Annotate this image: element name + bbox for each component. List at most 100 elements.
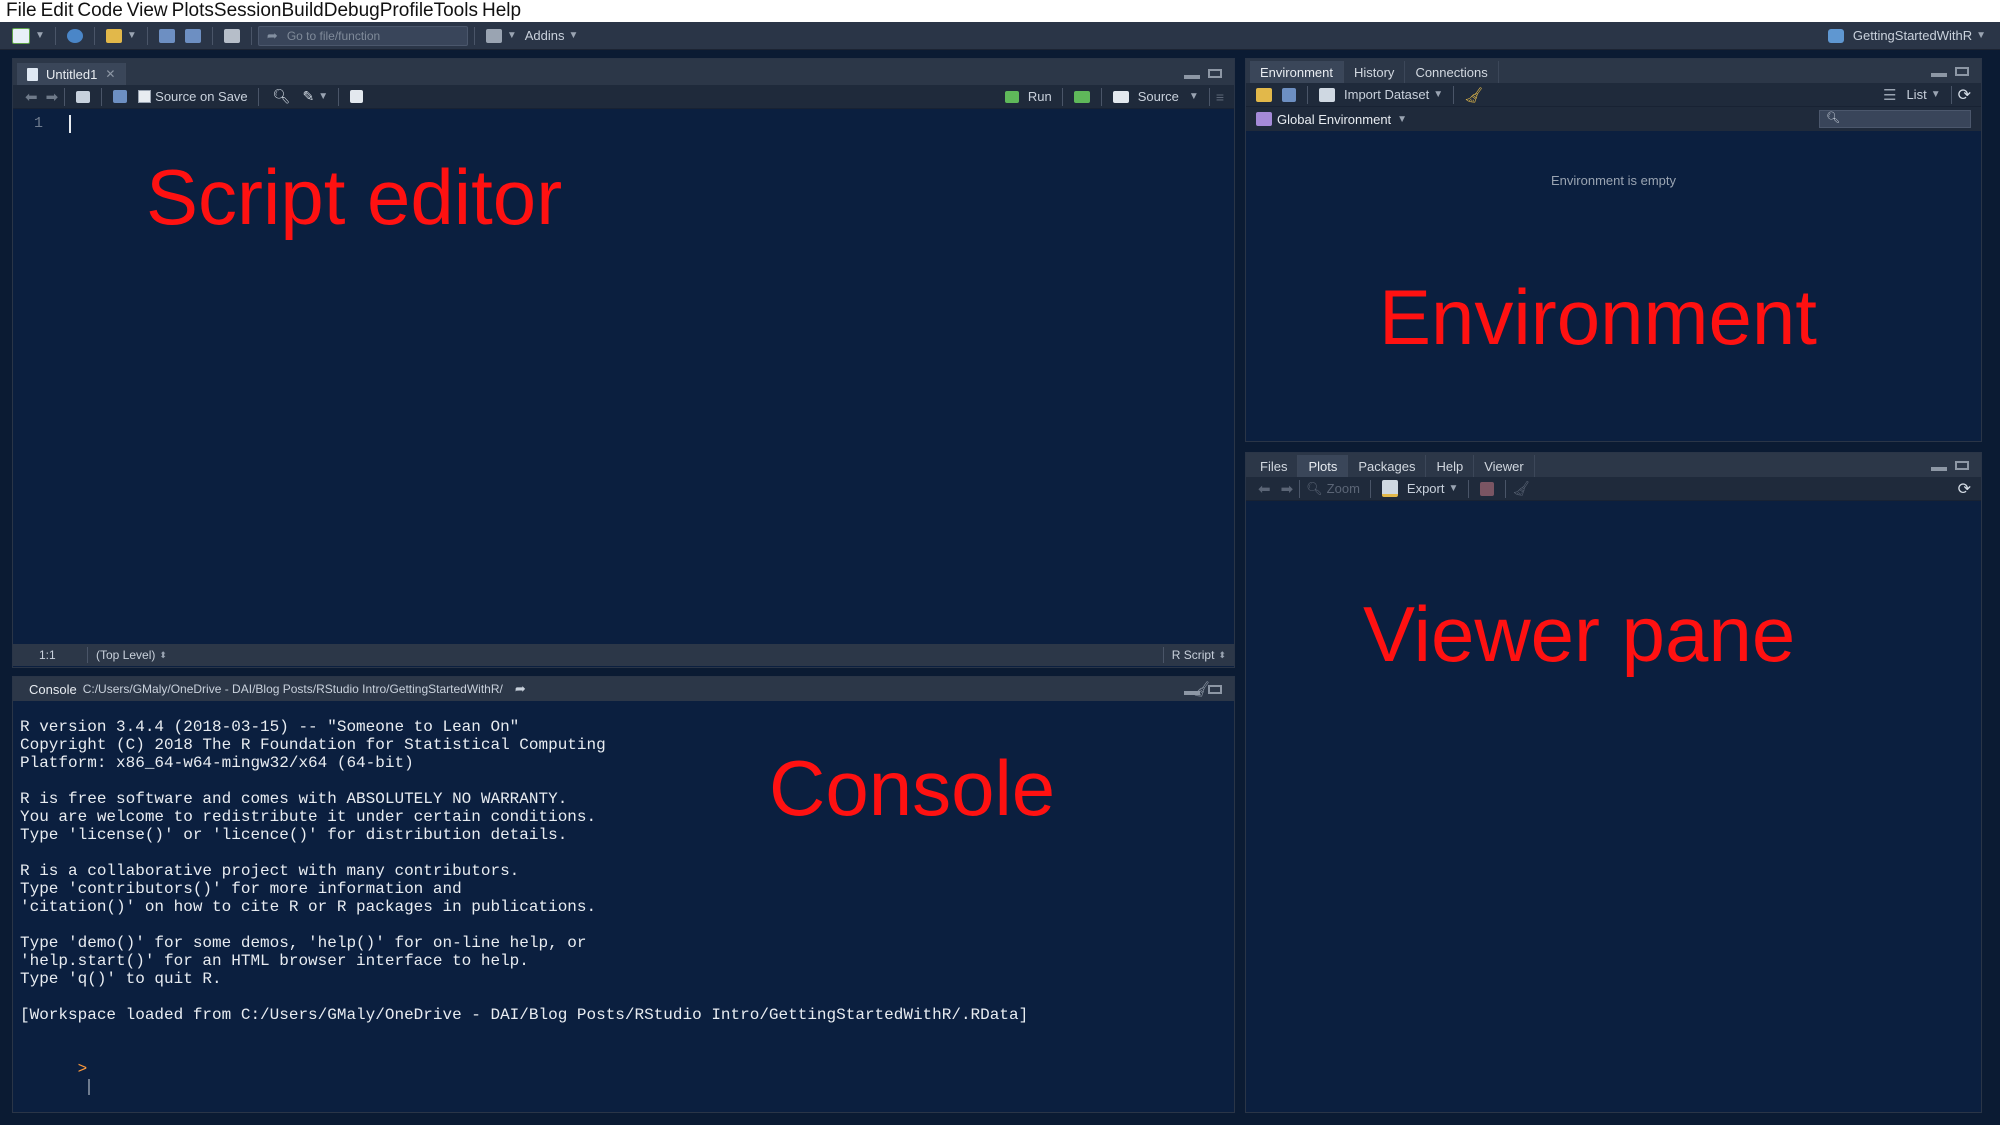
new-file-icon[interactable] xyxy=(12,27,30,44)
toolbar-divider xyxy=(338,87,340,106)
save-all-icon[interactable] xyxy=(184,28,201,43)
export-caret-icon[interactable]: ▼ xyxy=(1448,483,1458,494)
addins-caret-icon[interactable]: ▼ xyxy=(568,30,578,41)
tab-untitled1[interactable]: Untitled1 ✕ xyxy=(17,63,127,85)
outline-icon[interactable]: ≡ xyxy=(1216,89,1224,105)
save-workspace-icon[interactable] xyxy=(1282,87,1296,102)
menu-view[interactable]: View xyxy=(127,0,168,22)
scope-caret-icon[interactable]: ⬍ xyxy=(159,650,167,661)
new-project-icon[interactable] xyxy=(66,28,83,43)
addins-button[interactable]: Addins xyxy=(525,28,565,43)
export-icon[interactable] xyxy=(1381,480,1398,497)
tab-plots[interactable]: Plots xyxy=(1298,455,1349,477)
tab-packages[interactable]: Packages xyxy=(1348,455,1427,477)
scope-selector[interactable]: (Top Level) xyxy=(96,648,155,662)
maximize-pane-icon[interactable] xyxy=(1208,69,1222,78)
maximize-pane-icon[interactable] xyxy=(1955,461,1969,470)
save-icon[interactable] xyxy=(158,28,175,43)
console-prompt-line[interactable]: > xyxy=(20,1042,1220,1095)
open-file-caret-icon[interactable]: ▼ xyxy=(127,30,137,41)
go-to-file-placeholder: Go to file/function xyxy=(286,28,381,43)
environment-search-input[interactable]: 🔍︎ xyxy=(1819,110,1971,128)
layout-caret-icon[interactable]: ▼ xyxy=(507,30,517,41)
import-caret-icon[interactable]: ▼ xyxy=(1433,89,1443,100)
environment-toolbar: Import Dataset ▼ 🧹︎ ☰ List ▼ ⟳ xyxy=(1246,83,1981,107)
menu-help[interactable]: Help xyxy=(482,0,521,22)
menu-plots[interactable]: Plots xyxy=(172,0,214,22)
back-arrow-icon[interactable]: ⬅ xyxy=(1258,480,1271,498)
close-icon[interactable]: ✕ xyxy=(105,67,115,81)
minimize-pane-icon[interactable] xyxy=(1184,691,1200,695)
rerun-icon[interactable] xyxy=(1073,90,1090,103)
tab-viewer[interactable]: Viewer xyxy=(1474,455,1535,477)
console-title[interactable]: Console xyxy=(29,682,77,697)
file-type-caret-icon[interactable]: ⬍ xyxy=(1218,650,1226,661)
menu-session[interactable]: Session xyxy=(214,0,282,22)
tab-help[interactable]: Help xyxy=(1426,455,1475,477)
tab-connections[interactable]: Connections xyxy=(1405,61,1499,83)
new-file-caret-icon[interactable]: ▼ xyxy=(35,30,45,41)
tab-files[interactable]: Files xyxy=(1250,455,1299,477)
list-view-icon[interactable]: ☰ xyxy=(1883,86,1896,104)
maximize-pane-icon[interactable] xyxy=(1955,67,1969,76)
grid-layout-icon[interactable] xyxy=(485,28,502,43)
console-prompt: > xyxy=(77,1060,88,1078)
back-arrow-icon[interactable]: ⬅ xyxy=(25,88,38,106)
source-button[interactable]: Source xyxy=(1138,89,1179,104)
environment-scope-bar: Global Environment ▼ 🔍︎ xyxy=(1246,107,1981,131)
menu-debug[interactable]: Debug xyxy=(324,0,380,22)
menu-profile[interactable]: Profile xyxy=(380,0,434,22)
broom-icon[interactable]: 🧹︎ xyxy=(1464,86,1483,104)
r-project-icon[interactable] xyxy=(1827,28,1844,43)
source-on-save-label[interactable]: Source on Save xyxy=(155,89,248,104)
console-output-line: Type 'contributors()' for more informati… xyxy=(20,880,462,898)
remove-plot-icon[interactable] xyxy=(1480,481,1495,496)
run-button[interactable]: Run xyxy=(1028,89,1052,104)
menu-edit[interactable]: Edit xyxy=(41,0,74,22)
refresh-icon[interactable]: ⟳ xyxy=(1958,85,1971,105)
menu-file[interactable]: File xyxy=(6,0,37,22)
minimize-pane-icon[interactable] xyxy=(1931,467,1947,471)
magic-wand-icon[interactable]: ✎ xyxy=(302,88,314,105)
zoom-button[interactable]: Zoom xyxy=(1327,481,1360,496)
global-environment-selector[interactable]: Global Environment xyxy=(1277,112,1391,127)
refresh-icon[interactable]: ⟳ xyxy=(1958,479,1971,499)
show-in-window-icon[interactable] xyxy=(76,90,91,103)
project-menu[interactable]: GettingStartedWithR xyxy=(1853,28,1972,43)
run-icon[interactable] xyxy=(1004,90,1019,103)
import-dataset-button[interactable]: Import Dataset xyxy=(1344,87,1429,102)
export-button[interactable]: Export xyxy=(1407,481,1445,496)
minimize-pane-icon[interactable] xyxy=(1931,73,1947,77)
tab-environment[interactable]: Environment xyxy=(1250,61,1344,83)
open-file-icon[interactable] xyxy=(105,28,122,43)
list-caret-icon[interactable]: ▼ xyxy=(1931,89,1941,100)
file-type-selector[interactable]: R Script xyxy=(1172,648,1215,662)
print-icon[interactable] xyxy=(223,28,240,43)
viewer-toolbar: ⬅ ➡ 🔍︎ Zoom Export ▼ 🧹︎ ⟳ xyxy=(1246,477,1981,501)
maximize-pane-icon[interactable] xyxy=(1208,685,1222,694)
go-to-directory-icon[interactable]: ➦ xyxy=(515,681,526,697)
source-caret-icon[interactable]: ▼ xyxy=(1189,91,1199,102)
search-icon[interactable]: 🔍︎ xyxy=(273,88,291,105)
load-workspace-icon[interactable] xyxy=(1256,87,1272,102)
compile-report-icon[interactable] xyxy=(350,90,364,103)
menu-build[interactable]: Build xyxy=(282,0,324,22)
zoom-icon[interactable]: 🔍︎ xyxy=(1306,481,1323,497)
list-view-button[interactable]: List xyxy=(1906,87,1926,102)
minimize-pane-icon[interactable] xyxy=(1184,75,1200,79)
menu-tools[interactable]: Tools xyxy=(434,0,478,22)
toolbar-divider xyxy=(1061,87,1063,106)
scope-caret-icon[interactable]: ▼ xyxy=(1397,114,1407,125)
source-on-save-checkbox[interactable] xyxy=(138,90,152,103)
clear-plots-icon[interactable]: 🧹︎ xyxy=(1512,480,1530,497)
import-dataset-icon[interactable] xyxy=(1319,87,1335,102)
save-icon[interactable] xyxy=(113,90,128,103)
wand-caret-icon[interactable]: ▼ xyxy=(318,91,328,102)
forward-arrow-icon[interactable]: ➡ xyxy=(1281,480,1294,498)
source-icon[interactable] xyxy=(1112,90,1129,103)
forward-arrow-icon[interactable]: ➡ xyxy=(46,88,59,106)
go-to-file-input[interactable]: ➦ Go to file/function xyxy=(257,25,468,46)
project-caret-icon[interactable]: ▼ xyxy=(1976,30,1986,41)
tab-history[interactable]: History xyxy=(1343,61,1406,83)
menu-code[interactable]: Code xyxy=(77,0,122,22)
